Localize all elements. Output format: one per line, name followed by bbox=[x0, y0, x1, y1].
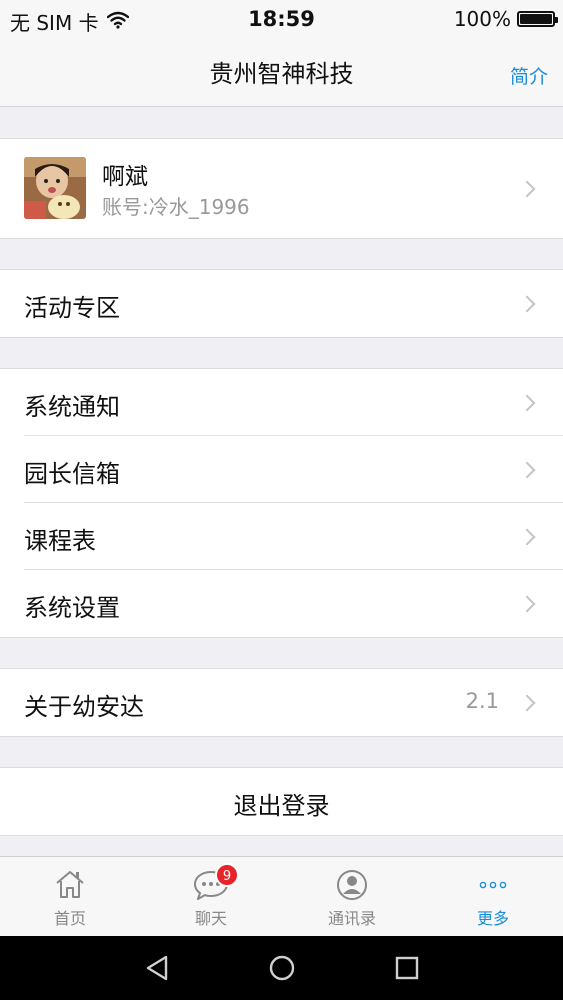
tab-more[interactable]: 更多 bbox=[423, 857, 563, 937]
avatar bbox=[24, 157, 86, 219]
menu-item-label: 系统通知 bbox=[24, 393, 120, 421]
chevron-right-icon bbox=[518, 394, 536, 411]
page-title: 贵州智神科技 bbox=[209, 60, 354, 88]
menu-item-settings[interactable]: 系统设置 bbox=[0, 570, 563, 637]
chevron-right-icon bbox=[518, 528, 536, 545]
user-name: 啊斌 bbox=[102, 164, 148, 190]
menu-item-notice[interactable]: 系统通知 bbox=[0, 369, 563, 436]
user-account: 账号:冷水_1996 bbox=[102, 195, 250, 219]
tab-label: 聊天 bbox=[194, 909, 227, 928]
recents-icon[interactable] bbox=[394, 954, 420, 986]
menu-item-about[interactable]: 关于幼安达 2.1 bbox=[0, 669, 563, 736]
home-icon bbox=[54, 869, 86, 903]
menu-item-mailbox[interactable]: 园长信箱 bbox=[0, 436, 563, 503]
menu-item-activity[interactable]: 活动专区 bbox=[0, 270, 563, 337]
version-label: 2.1 bbox=[465, 689, 499, 713]
menu-item-schedule[interactable]: 课程表 bbox=[0, 503, 563, 570]
home-circle-icon[interactable] bbox=[268, 954, 296, 986]
nav-bar: 贵州智神科技 简介 bbox=[0, 38, 563, 107]
tab-contacts[interactable]: 通讯录 bbox=[282, 857, 422, 937]
logout-label: 退出登录 bbox=[233, 792, 330, 820]
logout-button[interactable]: 退出登录 bbox=[0, 767, 563, 836]
menu-item-label: 课程表 bbox=[24, 527, 96, 555]
unread-badge: 9 bbox=[215, 863, 239, 887]
main-menu-section: 系统通知 园长信箱 课程表 系统设置 bbox=[0, 368, 563, 638]
system-nav-bar bbox=[0, 936, 563, 1000]
about-section: 关于幼安达 2.1 bbox=[0, 668, 563, 737]
menu-item-label: 系统设置 bbox=[24, 594, 120, 622]
chevron-right-icon bbox=[518, 595, 536, 612]
contacts-icon bbox=[336, 869, 368, 905]
more-dots-icon bbox=[478, 875, 508, 894]
profile-cell[interactable]: 啊斌 账号:冷水_1996 bbox=[0, 138, 563, 239]
tab-chat[interactable]: 9 聊天 bbox=[141, 857, 281, 937]
tab-label: 更多 bbox=[476, 909, 509, 928]
tab-home[interactable]: 首页 bbox=[0, 857, 140, 937]
chevron-right-icon bbox=[518, 694, 536, 711]
battery-icon bbox=[517, 11, 558, 27]
menu-item-label: 关于幼安达 bbox=[24, 693, 144, 721]
tab-label: 通讯录 bbox=[327, 909, 376, 928]
chevron-right-icon bbox=[518, 180, 536, 197]
tab-bar: 首页 9 聊天 通讯录 更多 bbox=[0, 856, 563, 936]
chevron-right-icon bbox=[518, 461, 536, 478]
battery-percent: 100% bbox=[453, 7, 511, 31]
back-icon[interactable] bbox=[144, 954, 170, 986]
chevron-right-icon bbox=[518, 295, 536, 312]
menu-item-label: 活动专区 bbox=[24, 294, 120, 322]
tab-label: 首页 bbox=[53, 909, 86, 928]
status-bar: 无 SIM 卡 18:59 100% bbox=[0, 0, 563, 38]
intro-button[interactable]: 简介 bbox=[510, 62, 548, 89]
menu-item-label: 园长信箱 bbox=[24, 460, 120, 488]
activity-section: 活动专区 bbox=[0, 269, 563, 338]
